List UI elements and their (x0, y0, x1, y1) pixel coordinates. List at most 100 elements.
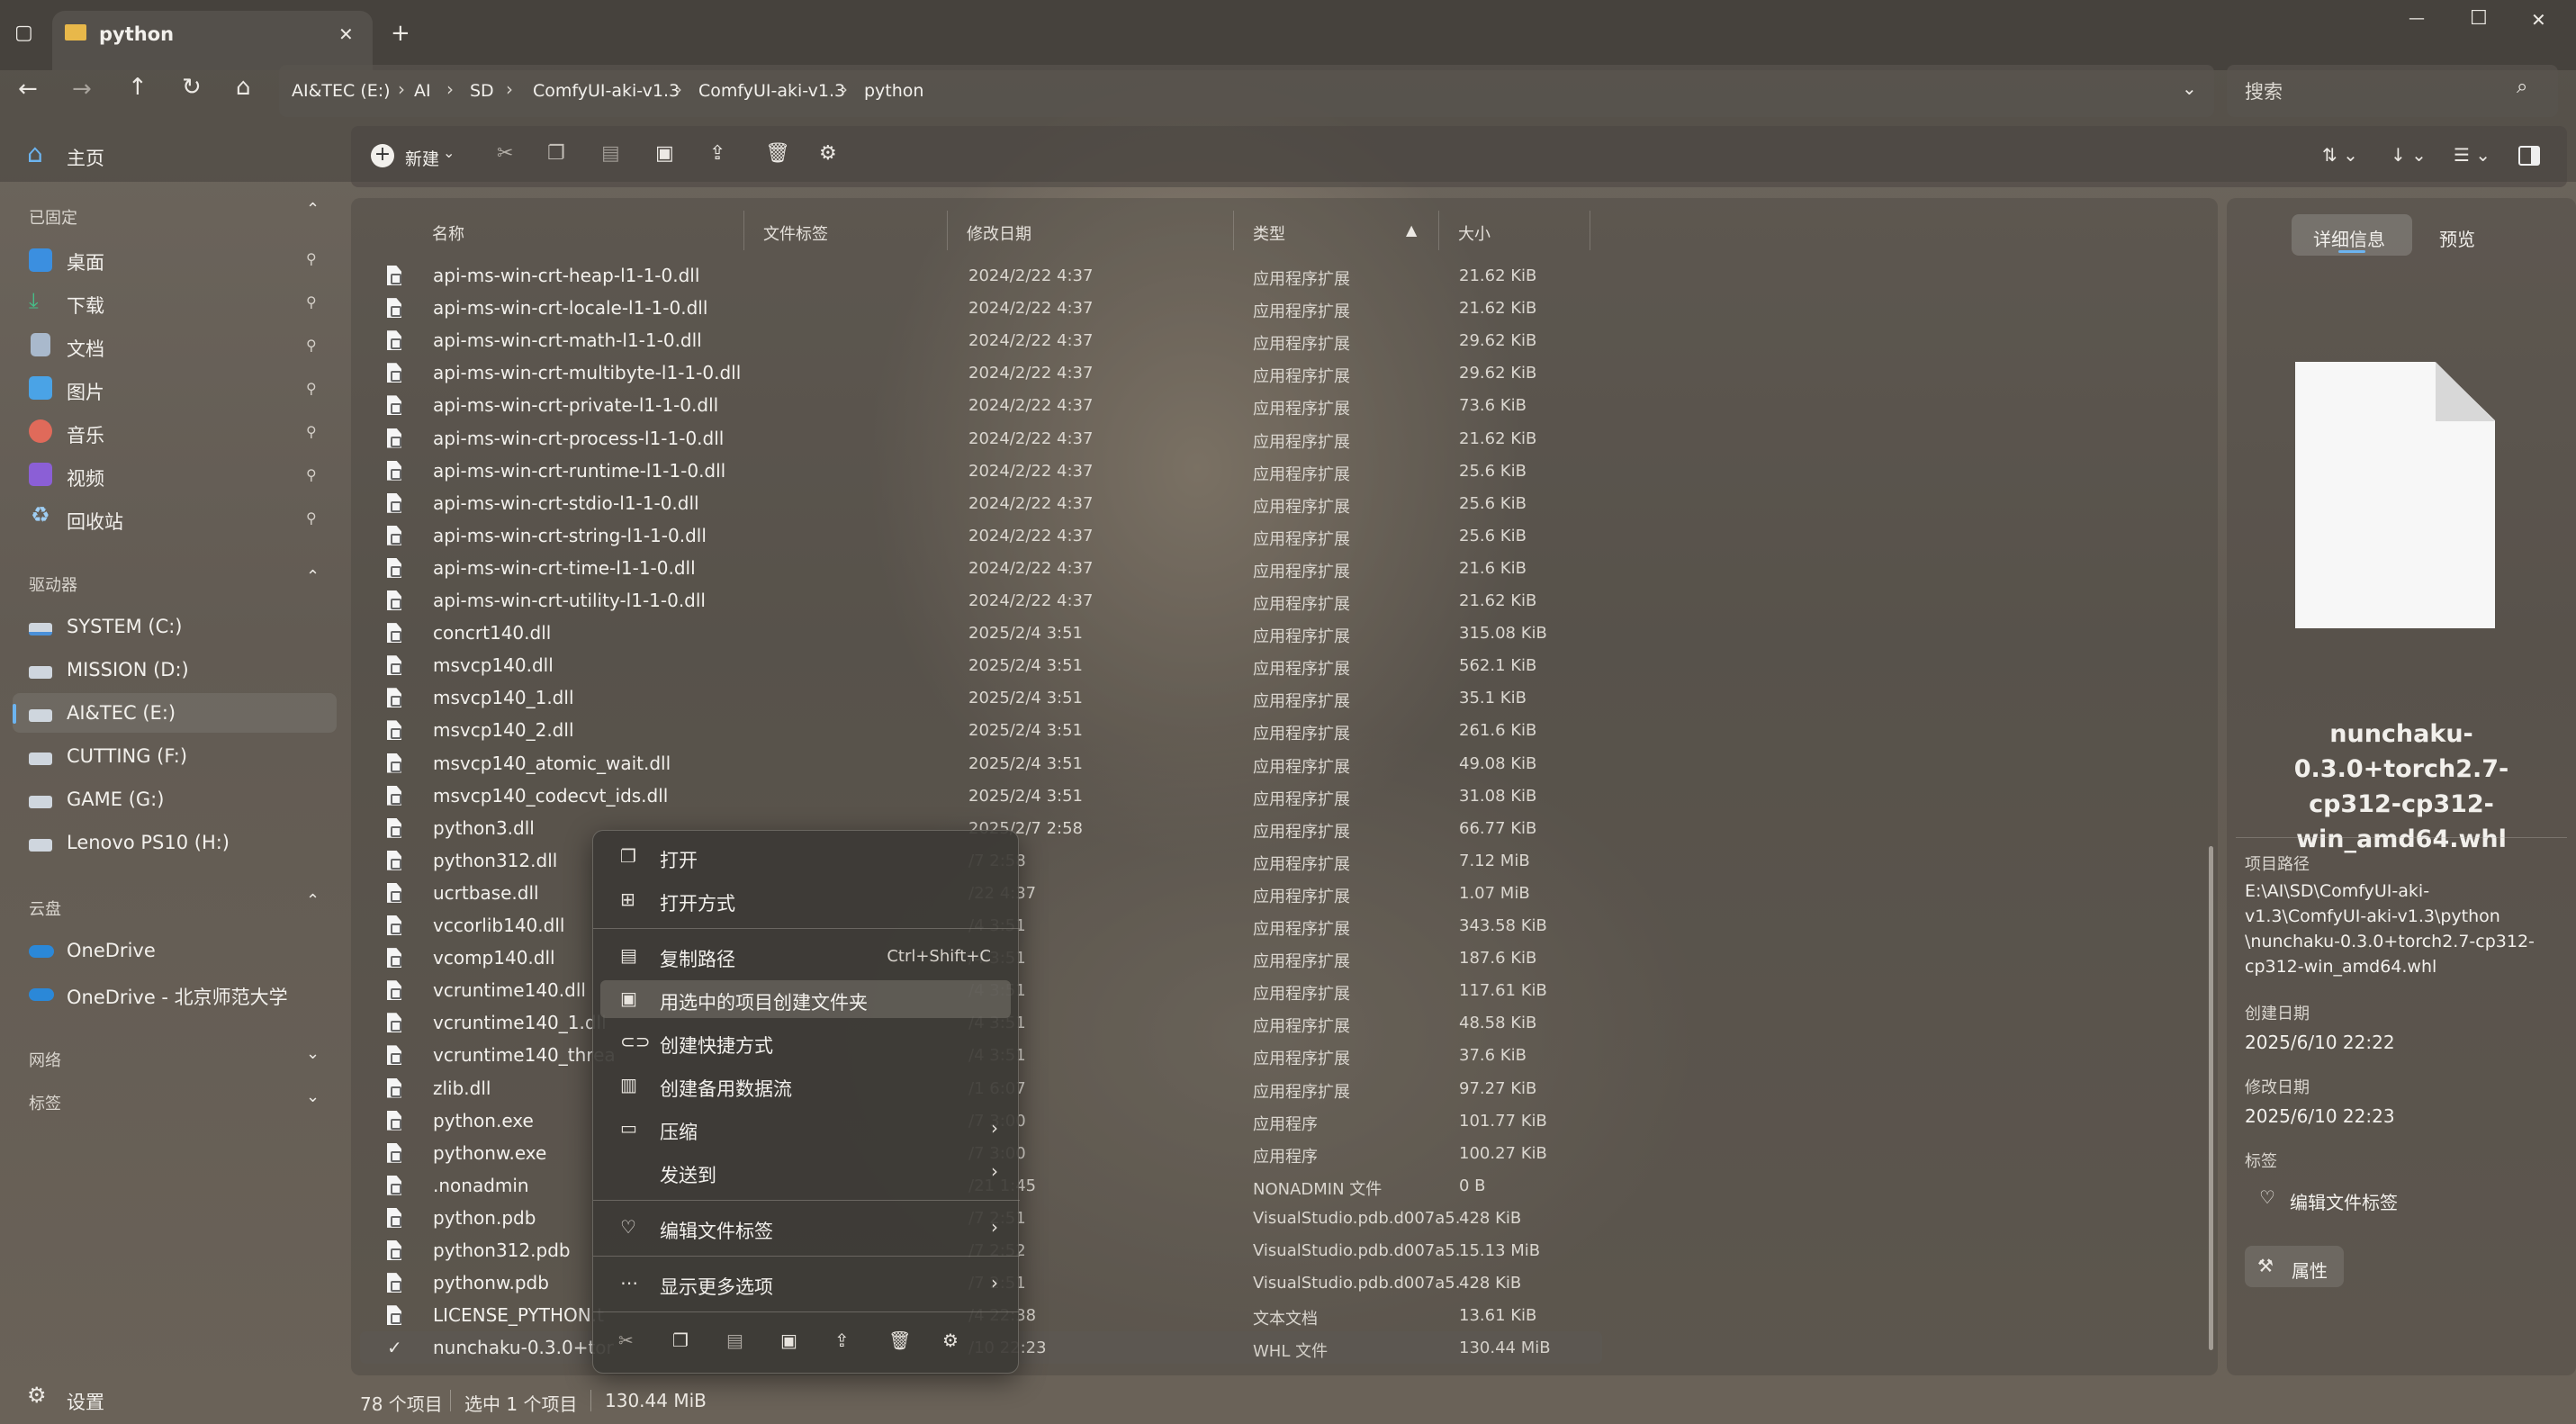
refresh-icon[interactable]: ↻ (182, 74, 202, 101)
column-header-name[interactable]: 名称 (432, 221, 464, 245)
column-header-tags[interactable]: 文件标签 (763, 221, 828, 245)
table-row[interactable]: msvcp140.dll 2025/2/4 3:51 应用程序扩展 562.1 KiB (360, 649, 1602, 681)
table-row[interactable]: api-ms-win-crt-process-l1-1-0.dll 2024/2/… (360, 422, 1602, 455)
sidebar-item-pictures[interactable]: 图片 (67, 378, 104, 405)
column-header-size[interactable]: 大小 (1458, 221, 1491, 245)
section-tags[interactable]: 标签 (29, 1091, 61, 1114)
sidebar-item-drive-f[interactable]: CUTTING (F:) (67, 745, 187, 767)
new-tab-button[interactable]: + (391, 20, 410, 47)
sidebar-item-recycle-bin[interactable]: 回收站 (67, 508, 123, 535)
paste-icon[interactable]: ▤ (726, 1329, 743, 1351)
sidebar-item-videos[interactable]: 视频 (67, 464, 104, 491)
back-arrow-icon[interactable]: ← (18, 76, 38, 103)
table-row[interactable]: api-ms-win-crt-math-l1-1-0.dll 2024/2/22 … (360, 324, 1602, 356)
pin-icon[interactable]: ⚲ (306, 293, 317, 311)
table-row[interactable]: api-ms-win-crt-time-l1-1-0.dll 2024/2/22 … (360, 552, 1602, 584)
sidebar-item-onedrive-bnu[interactable]: OneDrive - 北京师范大学 (67, 983, 288, 1010)
chevron-down-icon[interactable]: ⌄ (306, 1044, 320, 1063)
new-button[interactable]: 新建 (405, 146, 439, 170)
chevron-up-icon[interactable]: ⌃ (306, 567, 320, 586)
delete-icon[interactable]: 🗑 (888, 1329, 911, 1351)
table-row[interactable]: api-ms-win-crt-stdio-l1-1-0.dll 2024/2/22… (360, 487, 1602, 519)
section-drives[interactable]: 驱动器 (29, 572, 77, 596)
properties-wrench-icon[interactable]: ⚙ (942, 1329, 959, 1351)
menu-item-create-alt-stream[interactable]: ▥ 创建备用数据流 (600, 1067, 1011, 1104)
menu-item-open-with[interactable]: ⊞ 打开方式 (600, 881, 1011, 919)
sidebar-item-drive-c[interactable]: SYSTEM (C:) (67, 616, 183, 637)
sidebar-item-documents[interactable]: 文档 (67, 335, 104, 362)
sidebar-item-drive-h[interactable]: Lenovo PS10 (H:) (67, 832, 230, 853)
sidebar-item-downloads[interactable]: 下载 (67, 292, 104, 319)
sidebar-item-music[interactable]: 音乐 (67, 421, 104, 448)
table-row[interactable]: api-ms-win-crt-private-l1-1-0.dll 2024/2/… (360, 389, 1602, 421)
rename-icon[interactable]: ▣ (655, 142, 674, 165)
share-icon[interactable]: ⇪ (709, 142, 725, 165)
maximize-button[interactable]: ☐ (2470, 7, 2488, 30)
menu-item-new-folder-with-selection[interactable]: ▣ 用选中的项目创建文件夹 (600, 980, 1011, 1018)
table-row[interactable]: msvcp140_1.dll 2025/2/4 3:51 应用程序扩展 35.1 Ki… (360, 681, 1602, 714)
menu-item-compress[interactable]: ▭ 压缩 › (600, 1110, 1011, 1148)
chevron-down-icon[interactable]: ⌄ (2182, 77, 2197, 99)
cut-icon[interactable]: ✂ (497, 142, 513, 165)
table-row[interactable]: msvcp140_atomic_wait.dll 2025/2/4 3:51 应用程… (360, 747, 1602, 780)
breadcrumb-item[interactable]: AI&TEC (E:) (292, 81, 391, 101)
table-row[interactable]: api-ms-win-crt-locale-l1-1-0.dll 2024/2/2… (360, 292, 1602, 324)
table-row[interactable]: api-ms-win-crt-multibyte-l1-1-0.dll 2024/… (360, 356, 1602, 389)
sidebar-item-onedrive[interactable]: OneDrive (67, 940, 156, 961)
delete-icon[interactable]: 🗑 (765, 142, 790, 165)
breadcrumb-item[interactable]: SD (470, 81, 494, 101)
copy-icon[interactable]: ❐ (547, 142, 565, 165)
chevron-down-icon[interactable]: ⌄ (306, 1087, 320, 1106)
edit-tags-button[interactable]: 编辑文件标签 (2290, 1188, 2398, 1214)
chevron-down-icon[interactable]: ⌄ (443, 144, 455, 161)
home-icon[interactable]: ⌂ (236, 74, 251, 101)
sidebar-item-desktop[interactable]: 桌面 (67, 248, 104, 275)
menu-item-more-options[interactable]: ⋯ 显示更多选项 › (600, 1265, 1011, 1302)
sidebar-item-drive-g[interactable]: GAME (G:) (67, 789, 164, 810)
table-row[interactable]: api-ms-win-crt-runtime-l1-1-0.dll 2024/2/… (360, 455, 1602, 487)
tab-preview[interactable]: 预览 (2439, 225, 2475, 251)
column-header-modified[interactable]: 修改日期 (967, 221, 1031, 245)
table-row[interactable]: api-ms-win-crt-utility-l1-1-0.dll 2024/2/… (360, 584, 1602, 617)
sidebar-item-settings[interactable]: 设置 (67, 1388, 104, 1415)
rename-icon[interactable]: ▣ (780, 1329, 797, 1351)
tab-details[interactable]: 详细信息 (2313, 225, 2385, 251)
sidebar-item-drive-d[interactable]: MISSION (D:) (67, 659, 189, 680)
pin-icon[interactable]: ⚲ (306, 423, 317, 440)
breadcrumb-item-current[interactable]: python (864, 81, 923, 101)
section-network[interactable]: 网络 (29, 1048, 61, 1071)
section-cloud[interactable]: 云盘 (29, 897, 61, 920)
breadcrumb-item[interactable]: ComfyUI-aki-v1.3 (698, 81, 845, 101)
section-pinned[interactable]: 已固定 (29, 205, 77, 229)
paste-icon[interactable]: ▤ (601, 142, 620, 165)
pin-icon[interactable]: ⚲ (306, 250, 317, 267)
menu-item-open[interactable]: ❐ 打开 (600, 838, 1011, 876)
vertical-scrollbar[interactable] (2209, 846, 2213, 1350)
table-row[interactable]: msvcp140_2.dll 2025/2/4 3:51 应用程序扩展 261.6 K… (360, 714, 1602, 746)
menu-item-send-to[interactable]: 发送到 › (600, 1153, 1011, 1191)
menu-item-create-shortcut[interactable]: ⊂⊃ 创建快捷方式 (600, 1023, 1011, 1061)
copy-icon[interactable]: ❐ (672, 1329, 689, 1351)
group-icon[interactable]: ↓ ⌄ (2391, 144, 2427, 166)
sidebar-item-home[interactable]: 主页 (67, 144, 104, 171)
menu-item-copy-path[interactable]: ▤ 复制路径 Ctrl+Shift+C (600, 937, 1011, 975)
search-icon[interactable]: ⌕ (2517, 76, 2527, 98)
table-row[interactable]: api-ms-win-crt-string-l1-1-0.dll 2024/2/2… (360, 519, 1602, 552)
close-window-button[interactable]: ✕ (2531, 9, 2546, 31)
tab-close-icon[interactable]: ✕ (338, 23, 354, 45)
column-header-type[interactable]: 类型 (1253, 221, 1285, 245)
pin-icon[interactable]: ⚲ (306, 337, 317, 354)
menu-item-edit-tags[interactable]: ♡ 编辑文件标签 › (600, 1209, 1011, 1247)
view-layout-icon[interactable]: ☰ ⌄ (2454, 144, 2490, 166)
table-row[interactable]: concrt140.dll 2025/2/4 3:51 应用程序扩展 315.08 K… (360, 617, 1602, 649)
window-menu-icon[interactable]: ▢ (14, 22, 33, 44)
table-row[interactable]: msvcp140_codecvt_ids.dll 2025/2/4 3:51 应用程… (360, 780, 1602, 812)
share-icon[interactable]: ⇪ (834, 1329, 850, 1351)
properties-wrench-icon[interactable]: ⚙ (819, 142, 837, 165)
chevron-up-icon[interactable]: ⌃ (306, 200, 320, 219)
pin-icon[interactable]: ⚲ (306, 380, 317, 397)
table-row[interactable]: api-ms-win-crt-heap-l1-1-0.dll 2024/2/22 … (360, 259, 1602, 292)
up-arrow-icon[interactable]: ↑ (128, 74, 148, 101)
new-plus-icon[interactable]: + (371, 144, 394, 167)
breadcrumb-item[interactable]: AI (414, 81, 431, 101)
